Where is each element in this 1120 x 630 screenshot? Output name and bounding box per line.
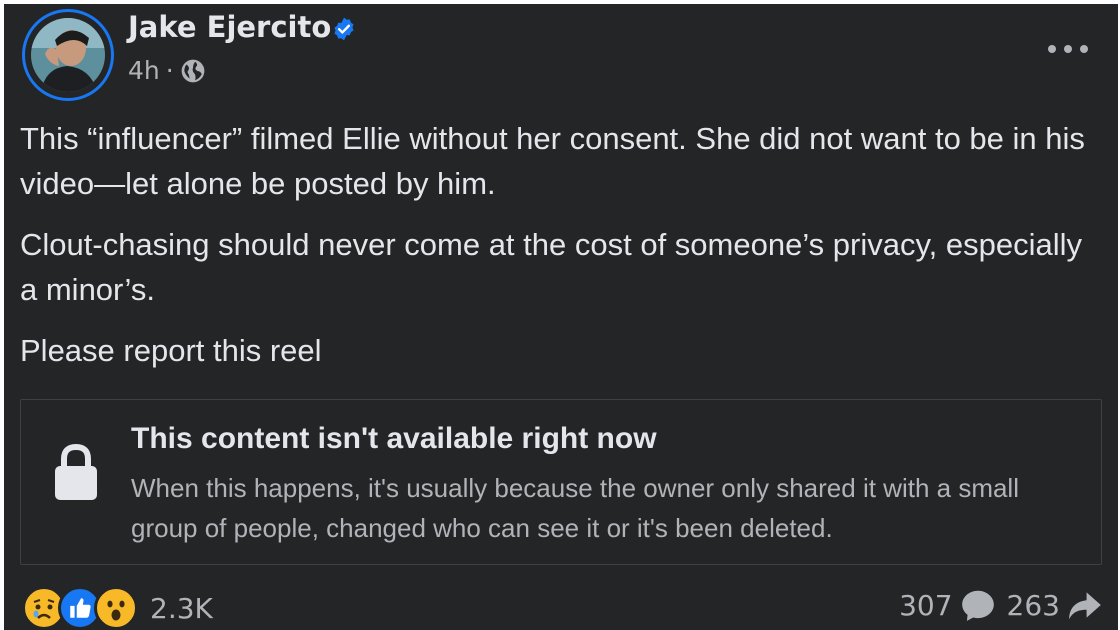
author-name[interactable]: Jake Ejercito xyxy=(128,10,331,44)
reaction-count[interactable]: 2.3K xyxy=(150,592,213,625)
wow-reaction-icon xyxy=(94,586,138,630)
post-paragraph: Please report this reel xyxy=(20,333,322,368)
more-options-icon-dot xyxy=(1080,45,1088,53)
engagement-stats: 307 263 xyxy=(899,586,1104,624)
post-body: This “influencer” filmed Ellie without h… xyxy=(20,116,1090,389)
unavailable-content-box: This content isn't available right now W… xyxy=(20,399,1102,565)
reactions-summary[interactable]: 2.3K xyxy=(22,586,213,630)
post-card: Jake Ejercito 4h · This “influencer” fil… xyxy=(4,4,1118,630)
more-options-icon-dot xyxy=(1064,45,1072,53)
comment-count: 307 xyxy=(899,588,953,622)
comment-icon xyxy=(961,590,994,621)
post-paragraph: This “influencer” filmed Ellie without h… xyxy=(20,121,1085,201)
more-options-icon xyxy=(1048,45,1056,53)
avatar-photo xyxy=(31,18,105,92)
author-avatar[interactable] xyxy=(22,9,114,101)
share-arrow-icon xyxy=(1069,592,1101,620)
globe-icon[interactable] xyxy=(180,58,206,84)
post-time[interactable]: 4h xyxy=(128,56,160,85)
unavailable-description: When this happens, it's usually because … xyxy=(131,473,1019,543)
shares-count-button[interactable]: 263 xyxy=(1007,586,1104,624)
unavailable-title: This content isn't available right now xyxy=(131,422,657,455)
meta-separator: · xyxy=(165,56,174,85)
avatar-person-icon xyxy=(31,18,105,92)
post-meta: 4h · xyxy=(128,56,206,85)
comments-count-button[interactable]: 307 xyxy=(899,586,996,624)
lock-icon xyxy=(55,443,97,500)
share-count: 263 xyxy=(1006,588,1060,622)
post-paragraph: Clout-chasing should never come at the c… xyxy=(20,227,1083,307)
verified-badge-icon xyxy=(334,17,354,41)
more-options-button[interactable] xyxy=(1048,38,1088,60)
